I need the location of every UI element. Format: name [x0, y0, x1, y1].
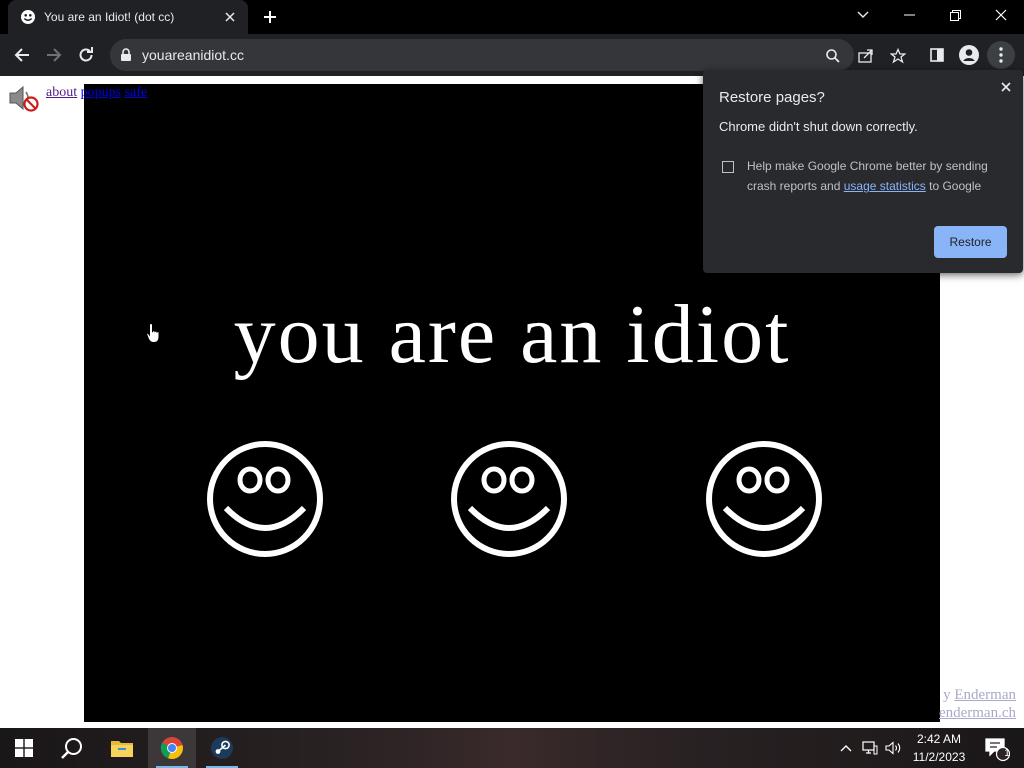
plus-icon [264, 11, 276, 23]
url-text[interactable]: youareanidiot.cc [142, 39, 244, 71]
forward-button[interactable] [40, 41, 68, 69]
dialog-message: Chrome didn't shut down correctly. [719, 119, 918, 134]
address-bar[interactable]: youareanidiot.cc [110, 39, 906, 71]
about-link[interactable]: about [46, 85, 77, 100]
enderman-site-link[interactable]: enderman.ch [939, 705, 1016, 721]
notification-count: 1 [1004, 748, 1010, 759]
smiley-favicon-icon [21, 10, 35, 24]
menu-button[interactable] [987, 41, 1015, 69]
side-panel-button[interactable] [923, 41, 951, 69]
profile-avatar-icon [959, 45, 979, 65]
reload-icon [79, 47, 93, 62]
restore-window-button[interactable] [932, 0, 978, 30]
headline-text: you are an idiot [233, 288, 791, 381]
search-icon [61, 738, 82, 759]
chrome-taskbar-button[interactable] [148, 728, 196, 768]
network-icon [862, 741, 878, 755]
clock-date: 11/2/2023 [912, 750, 966, 764]
safe-link[interactable]: safe [125, 85, 148, 100]
credits: y Enderman enderman.ch [939, 686, 1016, 722]
restore-button[interactable]: Restore [934, 226, 1007, 258]
dialog-close-icon[interactable] [997, 78, 1015, 96]
folder-icon [111, 741, 133, 757]
chevron-up-icon [840, 745, 852, 752]
arrow-left-icon [14, 48, 29, 62]
chevron-down-icon [857, 11, 869, 18]
steam-logo-icon [211, 737, 233, 759]
tab-close-icon[interactable] [220, 7, 240, 27]
system-clock[interactable]: 2:42 AM 11/2/2023 [908, 730, 970, 766]
more-vert-icon [999, 47, 1003, 63]
dialog-title: Restore pages? [719, 89, 825, 106]
close-icon [995, 9, 1007, 21]
smiley-face-icon [706, 441, 822, 557]
page-links: about popups safe [46, 85, 147, 101]
close-window-button[interactable] [978, 0, 1024, 30]
speaker-volume-icon [885, 741, 901, 755]
windows-taskbar: 2:42 AM 11/2/2023 1 [0, 728, 1024, 768]
minimize-icon [903, 14, 915, 16]
smiley-face-icon [451, 441, 567, 557]
show-hidden-icons-button[interactable] [836, 738, 856, 758]
network-tray-icon[interactable] [860, 738, 880, 758]
file-explorer-button[interactable] [98, 728, 146, 768]
lock-icon[interactable] [120, 48, 132, 62]
search-icon[interactable] [824, 47, 842, 65]
new-tab-button[interactable] [258, 5, 282, 29]
browser-tab[interactable]: You are an Idiot! (dot cc) [8, 0, 248, 34]
tab-strip: You are an Idiot! (dot cc) [0, 0, 1024, 34]
help-suffix: to Google [929, 179, 982, 193]
crash-report-checkbox[interactable] [722, 161, 734, 173]
start-button[interactable] [0, 728, 48, 768]
usage-statistics-link[interactable]: usage statistics [844, 179, 926, 193]
minimize-button[interactable] [886, 0, 932, 30]
profile-button[interactable] [955, 41, 983, 69]
taskbar-search-button[interactable] [48, 728, 96, 768]
windows-logo-icon [15, 739, 33, 757]
credit-prefix: y [943, 687, 951, 703]
restore-pages-dialog: Restore pages? Chrome didn't shut down c… [703, 70, 1023, 273]
tab-search-button[interactable] [840, 0, 886, 30]
side-panel-icon [930, 48, 944, 62]
steam-taskbar-button[interactable] [198, 728, 246, 768]
chrome-logo-icon [160, 737, 183, 760]
crash-report-label: Help make Google Chrome better by sendin… [747, 156, 1009, 196]
enderman-link[interactable]: Enderman [954, 687, 1016, 703]
restore-window-icon [949, 9, 961, 21]
popups-link[interactable]: popups [81, 85, 121, 100]
clock-time: 2:42 AM [916, 732, 962, 746]
reload-button[interactable] [72, 41, 100, 69]
back-button[interactable] [8, 41, 36, 69]
hand-cursor-icon [146, 322, 160, 343]
tab-title: You are an Idiot! (dot cc) [44, 10, 175, 24]
volume-tray-icon[interactable] [884, 738, 904, 758]
smiley-face-icon [207, 441, 323, 557]
notification-center-button[interactable]: 1 [976, 728, 1016, 768]
mute-speaker-icon[interactable] [8, 84, 40, 112]
share-icon[interactable] [857, 47, 875, 65]
arrow-right-icon [47, 48, 62, 62]
bookmark-star-icon[interactable] [889, 47, 907, 65]
